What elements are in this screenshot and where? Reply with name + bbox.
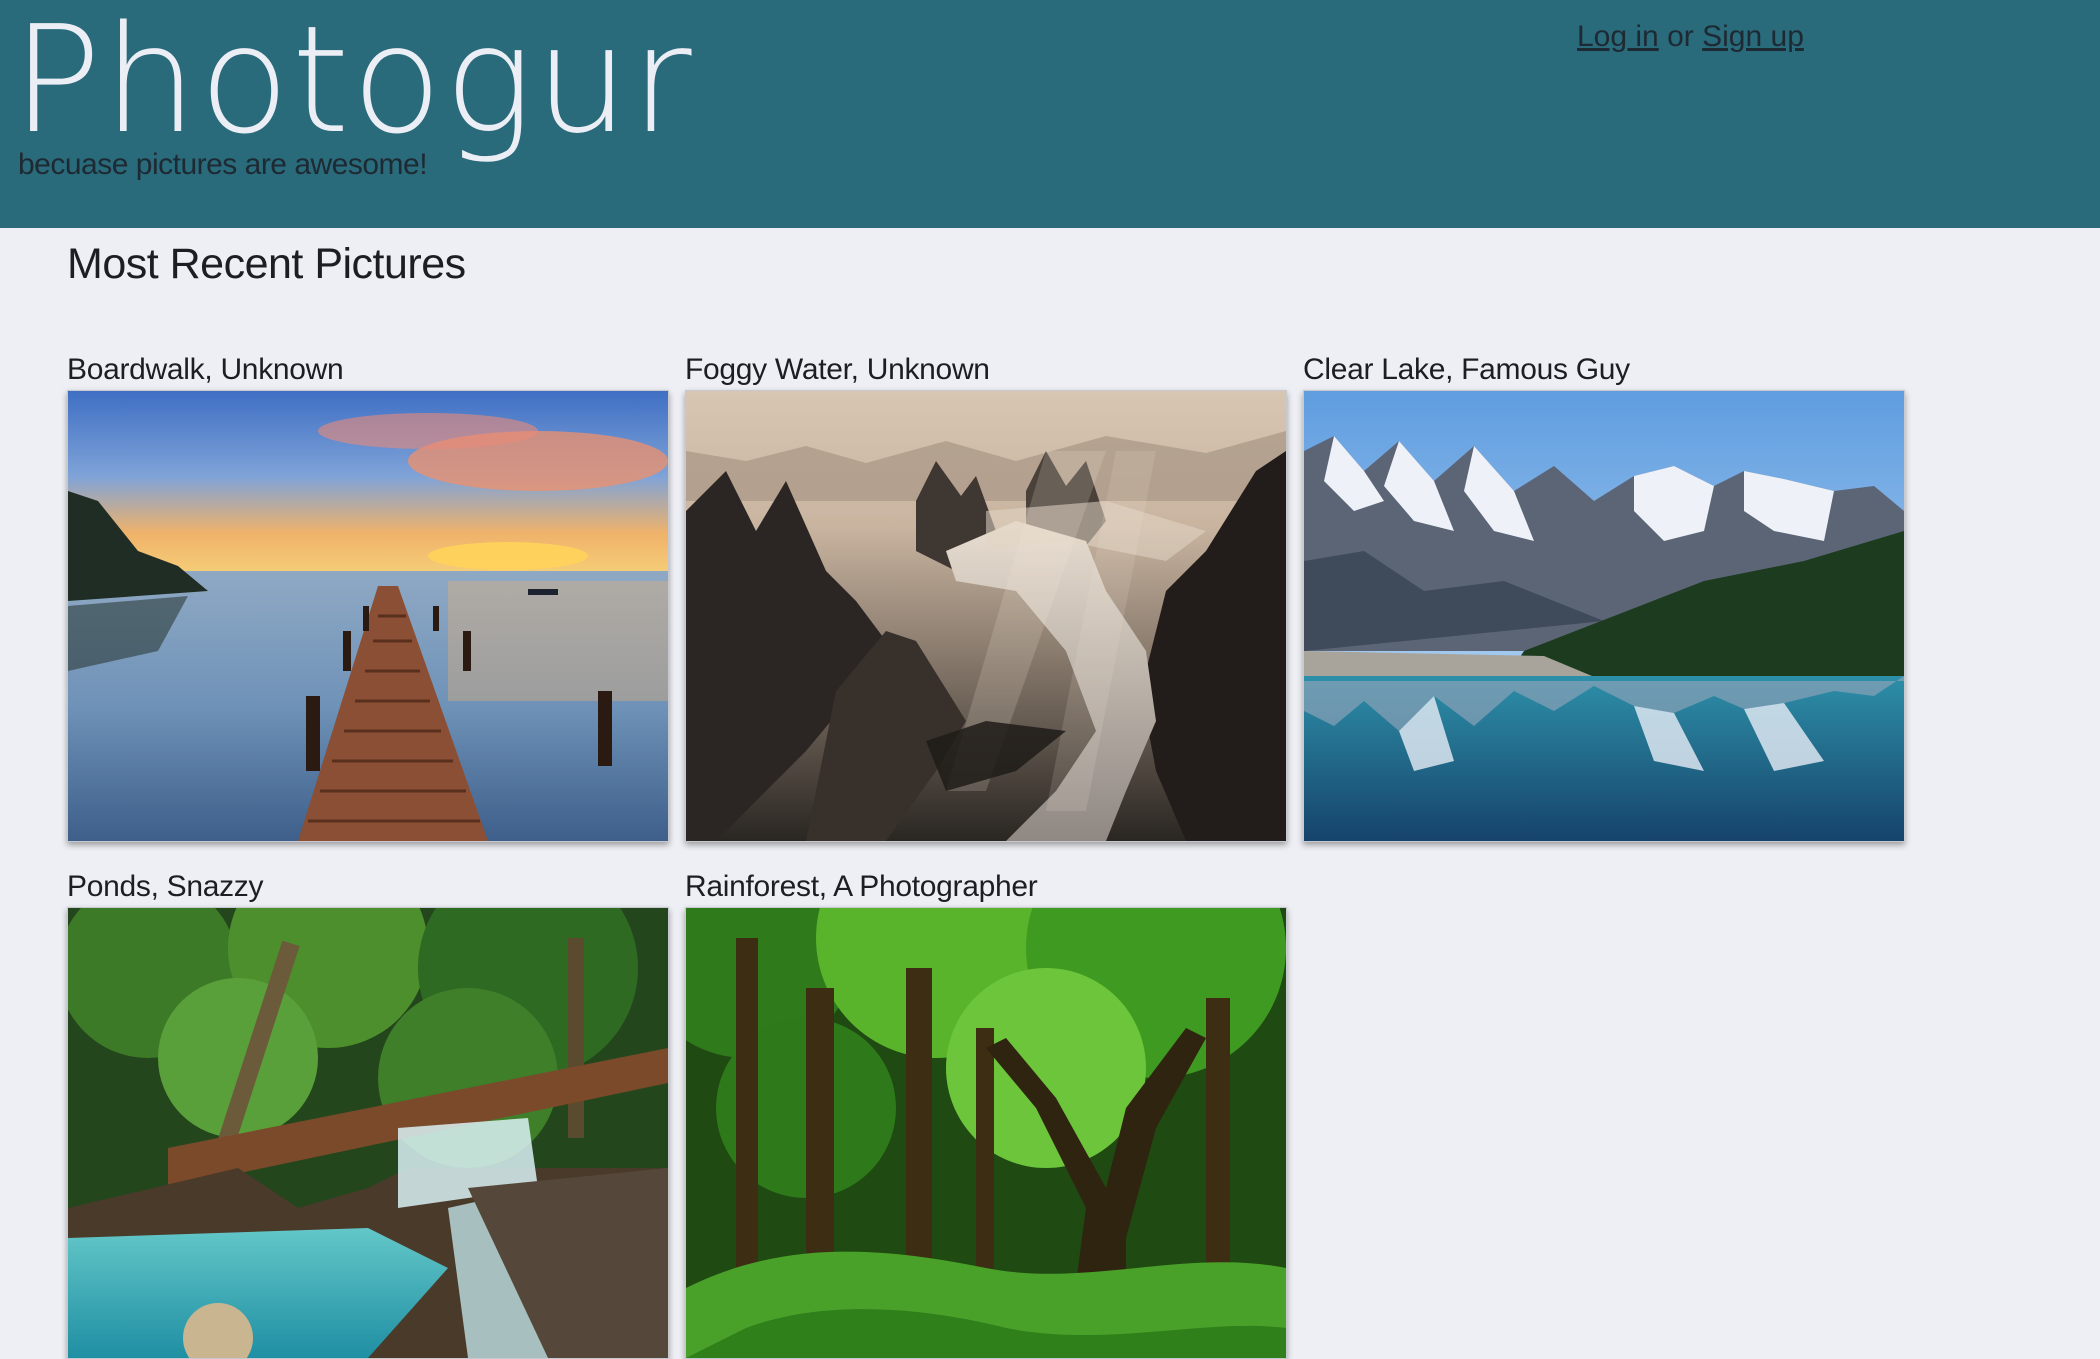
picture-card: Ponds, Snazzy <box>67 867 669 1359</box>
site-tagline: becuase pictures are awesome! <box>18 148 428 181</box>
mountain-lake-reflection-photo[interactable] <box>1303 390 1905 842</box>
site-logo[interactable]: Photogur <box>12 0 694 160</box>
picture-card: Clear Lake, Famous Guy <box>1303 350 1905 842</box>
signup-link[interactable]: Sign up <box>1702 20 1804 53</box>
foggy-mountains-river-photo[interactable] <box>685 390 1287 842</box>
site-header: Photogur becuase pictures are awesome! L… <box>0 0 2100 228</box>
green-rainforest-photo[interactable] <box>685 907 1287 1359</box>
auth-links: Log in or Sign up <box>1577 20 1804 54</box>
or-text: or <box>1667 20 1694 53</box>
picture-caption: Boardwalk, Unknown <box>67 353 344 386</box>
picture-caption: Rainforest, A Photographer <box>685 870 1038 903</box>
picture-card: Rainforest, A Photographer <box>685 867 1287 1359</box>
login-link[interactable]: Log in <box>1577 20 1659 53</box>
picture-card: Boardwalk, Unknown <box>67 350 669 842</box>
jungle-waterfall-pond-photo[interactable] <box>67 907 669 1359</box>
picture-caption: Ponds, Snazzy <box>67 870 264 903</box>
picture-caption: Foggy Water, Unknown <box>685 353 990 386</box>
picture-caption: Clear Lake, Famous Guy <box>1303 353 1630 386</box>
boardwalk-sunset-photo[interactable] <box>67 390 669 842</box>
picture-card: Foggy Water, Unknown <box>685 350 1287 842</box>
section-title: Most Recent Pictures <box>67 240 466 288</box>
